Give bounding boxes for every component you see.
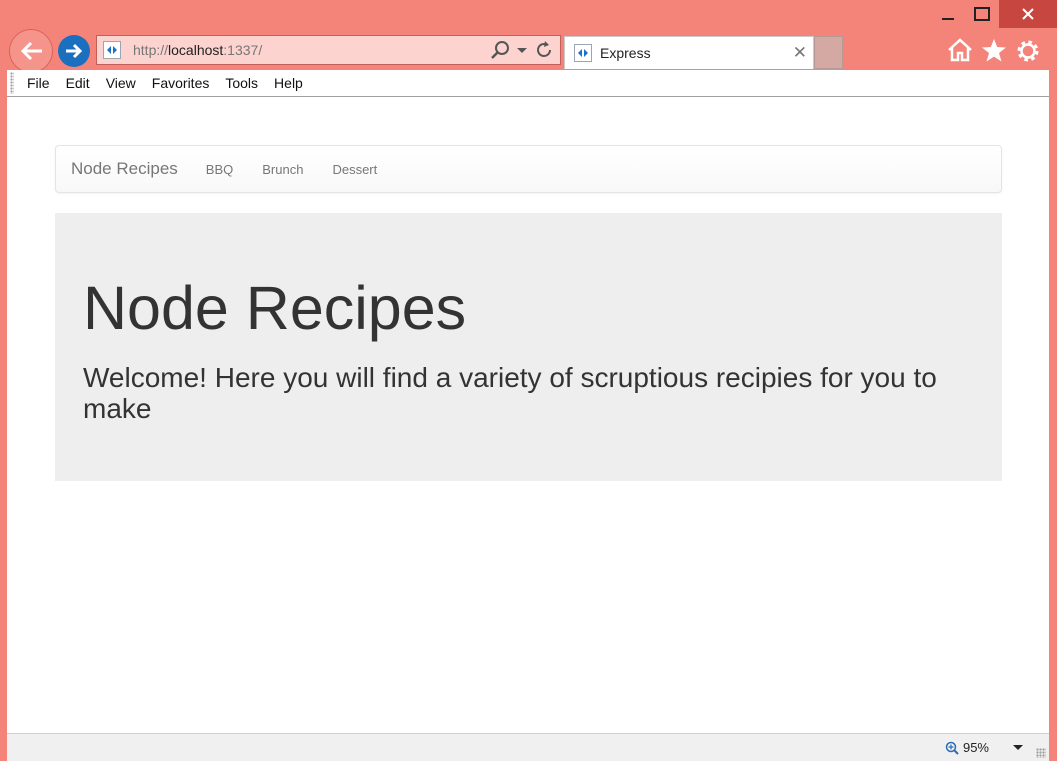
jumbotron: Node Recipes Welcome! Here you will find… <box>55 213 1002 481</box>
minimize-button[interactable] <box>931 0 965 28</box>
menu-file[interactable]: File <box>27 75 50 91</box>
address-bar[interactable]: http://localhost:1337/ <box>96 35 561 65</box>
window-controls <box>931 0 1057 28</box>
forward-button[interactable] <box>58 35 90 67</box>
close-window-button[interactable] <box>999 0 1057 28</box>
welcome-text: Welcome! Here you will find a variety of… <box>83 362 937 424</box>
dropdown-icon[interactable] <box>516 45 528 55</box>
tab-close-icon[interactable]: ✕ <box>793 43 807 63</box>
zoom-dropdown-icon[interactable] <box>1013 745 1023 750</box>
tab-title: Express <box>600 45 651 61</box>
maximize-button[interactable] <box>965 0 999 28</box>
page-content: Node Recipes BBQ Brunch Dessert Node Rec… <box>7 97 1049 733</box>
navbar-brand[interactable]: Node Recipes <box>71 159 178 179</box>
minimize-icon <box>942 18 954 20</box>
menu-bar: File Edit View Favorites Tools Help <box>7 70 1049 97</box>
menu-edit[interactable]: Edit <box>66 75 90 91</box>
menu-help[interactable]: Help <box>274 75 303 91</box>
resize-grip[interactable] <box>1036 748 1046 758</box>
address-url[interactable]: http://localhost:1337/ <box>133 42 490 58</box>
site-favicon <box>103 41 121 59</box>
settings-gear-icon[interactable] <box>1015 38 1041 64</box>
nav-link-brunch[interactable]: Brunch <box>262 162 303 177</box>
toolbar-icons <box>947 38 1041 64</box>
maximize-icon <box>974 7 990 21</box>
zoom-icon <box>945 741 959 755</box>
tab-express[interactable]: Express ✕ <box>564 36 814 69</box>
menu-view[interactable]: View <box>106 75 136 91</box>
close-icon <box>1022 8 1034 20</box>
back-button[interactable] <box>9 29 53 73</box>
new-tab-button[interactable] <box>814 36 843 69</box>
site-navbar: Node Recipes BBQ Brunch Dessert <box>55 145 1002 193</box>
refresh-icon[interactable] <box>534 40 554 60</box>
zoom-level: 95% <box>962 740 989 755</box>
status-bar: 95% <box>7 733 1049 761</box>
menu-favorites[interactable]: Favorites <box>152 75 210 91</box>
site-favicon <box>574 44 592 62</box>
page-title: Node Recipes <box>83 274 467 342</box>
favorites-star-icon[interactable] <box>981 38 1007 62</box>
menu-tools[interactable]: Tools <box>225 75 258 91</box>
zoom-control[interactable]: 95% <box>945 740 989 755</box>
back-arrow-icon <box>20 41 42 61</box>
home-icon[interactable] <box>947 38 973 62</box>
forward-arrow-icon <box>66 43 83 59</box>
nav-link-dessert[interactable]: Dessert <box>332 162 377 177</box>
search-icon[interactable] <box>490 40 510 60</box>
nav-link-bbq[interactable]: BBQ <box>206 162 233 177</box>
menu-grip <box>10 72 14 94</box>
